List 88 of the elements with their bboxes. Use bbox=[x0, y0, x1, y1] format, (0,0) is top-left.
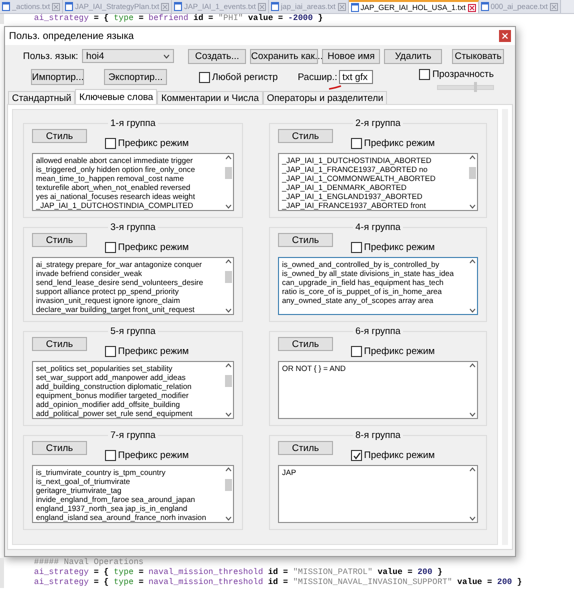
scrollbar-thumb[interactable] bbox=[225, 271, 232, 283]
dialog-tab[interactable]: Комментарии и Числа bbox=[157, 91, 263, 104]
scroll-up-icon[interactable] bbox=[469, 467, 476, 472]
checkbox[interactable] bbox=[199, 72, 210, 82]
checkbox[interactable] bbox=[105, 346, 116, 357]
file-icon bbox=[64, 2, 73, 11]
prefix-mode-checkbox-label[interactable]: Префикс режим bbox=[105, 346, 189, 357]
scroll-up-icon[interactable] bbox=[469, 363, 476, 368]
scrollbar-thumb[interactable] bbox=[225, 479, 232, 491]
transparency-slider[interactable] bbox=[437, 84, 494, 90]
group-title: 4-я группа bbox=[354, 222, 402, 233]
group-title: 6-я группа bbox=[354, 326, 402, 337]
checkbox[interactable] bbox=[105, 450, 116, 461]
style-button[interactable]: Стиль bbox=[278, 441, 333, 455]
transparency-checkbox-label[interactable]: Прозрачность bbox=[419, 68, 494, 80]
group-title: 2-я группа bbox=[354, 118, 402, 129]
close-button[interactable] bbox=[499, 30, 511, 42]
checkbox[interactable] bbox=[351, 138, 362, 149]
code-line: ##### Naval Operations bbox=[0, 558, 574, 568]
code-line: ai_strategy = { type = naval_mission_threshold id = "MISSION_PATROL" value = 200 } bbox=[0, 568, 574, 578]
group-title: 5-я группа bbox=[109, 326, 157, 337]
checkbox[interactable] bbox=[351, 450, 362, 461]
file-icon bbox=[270, 2, 279, 11]
checkbox[interactable] bbox=[105, 242, 116, 253]
language-label: Польз. язык: bbox=[23, 50, 78, 62]
slider-thumb[interactable] bbox=[474, 82, 478, 92]
prefix-mode-checkbox-label[interactable]: Префикс режим bbox=[351, 346, 435, 357]
scroll-down-icon[interactable] bbox=[225, 412, 232, 417]
window-title: Польз. определение языка bbox=[9, 30, 134, 42]
prefix-mode-checkbox-label[interactable]: Префикс режим bbox=[105, 242, 189, 253]
prefix-mode-checkbox-label[interactable]: Префикс режим bbox=[105, 138, 189, 149]
code-line: ai_strategy = { type = naval_mission_threshold id = "MISSION_NAVAL_INVASION_SUPPORT" value = 200 } bbox=[0, 578, 574, 588]
toolbar-button[interactable]: Создать... bbox=[188, 48, 246, 64]
scroll-down-icon[interactable] bbox=[225, 308, 232, 313]
style-button[interactable]: Стиль bbox=[32, 129, 87, 143]
style-button[interactable]: Стиль bbox=[32, 337, 87, 351]
toolbar-button[interactable]: Импортир... bbox=[31, 69, 84, 85]
checkbox[interactable] bbox=[419, 68, 430, 80]
scroll-down-icon[interactable] bbox=[469, 308, 476, 313]
close-icon[interactable] bbox=[468, 4, 476, 12]
scroll-up-icon[interactable] bbox=[225, 467, 232, 472]
toolbar-button[interactable]: Экспортир... bbox=[104, 69, 167, 85]
style-button[interactable]: Стиль bbox=[32, 233, 87, 247]
scrollbar-thumb[interactable] bbox=[225, 167, 232, 179]
toolbar-button[interactable]: Стыковать bbox=[452, 48, 504, 64]
scroll-down-icon[interactable] bbox=[469, 412, 476, 417]
group-title: 3-я группа bbox=[109, 222, 157, 233]
group-title: 1-я группа bbox=[109, 118, 157, 129]
dialog-tab[interactable]: Операторы и разделители bbox=[262, 91, 388, 104]
ignore-case-checkbox-label[interactable]: Любой регистр bbox=[199, 72, 278, 82]
scroll-up-icon[interactable] bbox=[469, 259, 476, 264]
extension-field[interactable]: txt gfx bbox=[339, 70, 374, 84]
style-button[interactable]: Стиль bbox=[278, 337, 333, 351]
file-icon bbox=[2, 2, 10, 11]
group-title: 7-я группа bbox=[109, 430, 157, 441]
style-button[interactable]: Стиль bbox=[278, 129, 333, 143]
toolbar-button[interactable]: Новое имя bbox=[322, 48, 380, 64]
style-button[interactable]: Стиль bbox=[278, 233, 333, 247]
extension-label: Расшир.: bbox=[298, 72, 338, 82]
prefix-mode-checkbox-label[interactable]: Префикс режим bbox=[351, 450, 435, 461]
close-icon bbox=[502, 33, 508, 39]
checkbox[interactable] bbox=[105, 138, 116, 149]
dialog-tab[interactable]: Ключевые слова bbox=[75, 89, 158, 104]
scroll-up-icon[interactable] bbox=[225, 155, 232, 160]
scroll-down-icon[interactable] bbox=[225, 516, 232, 521]
prefix-mode-checkbox-label[interactable]: Префикс режим bbox=[351, 242, 435, 253]
toolbar-button[interactable]: Удалить bbox=[384, 48, 442, 64]
scroll-down-icon[interactable] bbox=[469, 204, 476, 209]
prefix-mode-checkbox-label[interactable]: Префикс режим bbox=[105, 450, 189, 461]
scrollbar-thumb[interactable] bbox=[469, 167, 476, 179]
file-icon bbox=[174, 2, 182, 11]
checkbox[interactable] bbox=[351, 346, 362, 357]
checkbox[interactable] bbox=[351, 242, 362, 253]
language-dropdown[interactable]: hoi4 bbox=[82, 49, 174, 63]
style-button[interactable]: Стиль bbox=[32, 441, 87, 455]
scroll-down-icon[interactable] bbox=[469, 516, 476, 521]
scroll-up-icon[interactable] bbox=[225, 259, 232, 264]
scroll-up-icon[interactable] bbox=[225, 363, 232, 368]
scroll-up-icon[interactable] bbox=[469, 155, 476, 160]
caret-icon bbox=[163, 54, 170, 58]
group-title: 8-я группа bbox=[354, 430, 402, 441]
file-icon bbox=[350, 3, 358, 12]
underline-mark bbox=[328, 85, 342, 90]
scroll-down-icon[interactable] bbox=[225, 204, 232, 209]
scrollbar-thumb[interactable] bbox=[225, 375, 232, 387]
file-icon bbox=[480, 2, 489, 11]
prefix-mode-checkbox-label[interactable]: Префикс режим bbox=[351, 138, 435, 149]
dialog-tab[interactable]: Стандартный bbox=[8, 91, 76, 104]
